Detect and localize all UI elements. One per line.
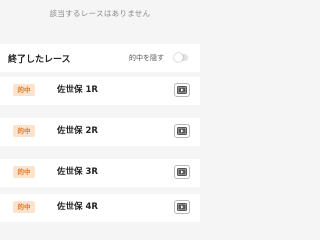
video-replay-button[interactable] [174,200,190,214]
hit-badge: 的中 [13,166,35,178]
race-row[interactable]: 的中 佐世保 2R [0,118,200,146]
race-name: 佐世保 3R [57,167,98,177]
race-name: 佐世保 4R [57,202,98,212]
video-replay-button[interactable] [174,83,190,97]
upcoming-races-area: 該当するレースはありません [0,0,200,40]
toggle-knob [174,53,183,62]
finished-races-header: 終了したレース 的中を隠す [0,44,200,72]
video-replay-icon [177,86,187,94]
race-name: 佐世保 2R [57,126,98,136]
video-replay-button[interactable] [174,165,190,179]
race-row[interactable]: 的中 佐世保 1R [0,77,200,105]
video-replay-icon [177,127,187,135]
video-replay-icon [177,203,187,211]
hit-badge: 的中 [13,84,35,96]
race-row[interactable]: 的中 佐世保 4R [0,194,200,222]
race-name: 佐世保 1R [57,85,98,95]
empty-state-message: 該当するレースはありません [49,9,151,18]
video-replay-icon [177,168,187,176]
hide-hits-label: 的中を隠す [129,54,164,62]
race-row[interactable]: 的中 佐世保 3R [0,159,200,187]
hide-hits-toggle[interactable] [174,53,188,62]
video-replay-button[interactable] [174,124,190,138]
finished-race-list: 的中 佐世保 1R 的中 佐世保 2R 的中 佐世保 3R 的中 佐世保 4R [0,77,200,222]
hit-badge: 的中 [13,201,35,213]
hit-badge: 的中 [13,125,35,137]
section-title: 終了したレース [8,55,71,65]
